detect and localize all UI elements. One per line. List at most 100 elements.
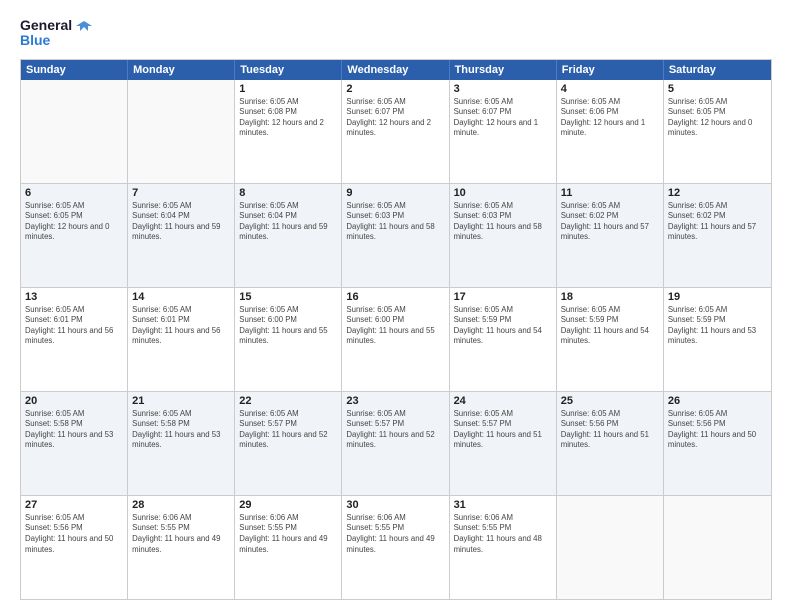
calendar-cell-day-4: 4 Sunrise: 6:05 AM Sunset: 6:06 PM Daylig… — [557, 80, 664, 183]
day-number: 29 — [239, 499, 337, 511]
calendar: SundayMondayTuesdayWednesdayThursdayFrid… — [20, 59, 772, 600]
day-header-thursday: Thursday — [450, 60, 557, 80]
calendar-cell-day-24: 24 Sunrise: 6:05 AM Sunset: 5:57 PM Dayli… — [450, 392, 557, 495]
cell-sun-info: Sunrise: 6:05 AM Sunset: 6:05 PM Dayligh… — [668, 97, 767, 139]
day-number: 21 — [132, 395, 230, 407]
day-number: 10 — [454, 187, 552, 199]
calendar-body: 1 Sunrise: 6:05 AM Sunset: 6:08 PM Daylig… — [21, 80, 771, 599]
cell-sun-info: Sunrise: 6:05 AM Sunset: 6:07 PM Dayligh… — [454, 97, 552, 139]
day-number: 24 — [454, 395, 552, 407]
day-number: 13 — [25, 291, 123, 303]
calendar-cell-day-3: 3 Sunrise: 6:05 AM Sunset: 6:07 PM Daylig… — [450, 80, 557, 183]
cell-sun-info: Sunrise: 6:05 AM Sunset: 5:59 PM Dayligh… — [454, 305, 552, 347]
cell-sun-info: Sunrise: 6:05 AM Sunset: 6:01 PM Dayligh… — [25, 305, 123, 347]
cell-sun-info: Sunrise: 6:06 AM Sunset: 5:55 PM Dayligh… — [132, 513, 230, 555]
cell-sun-info: Sunrise: 6:05 AM Sunset: 6:04 PM Dayligh… — [239, 201, 337, 243]
calendar-cell-day-12: 12 Sunrise: 6:05 AM Sunset: 6:02 PM Dayli… — [664, 184, 771, 287]
calendar-cell-day-2: 2Sunrise: 6:05 AM Sunset: 6:07 PM Daylig… — [342, 80, 449, 183]
cell-sun-info: Sunrise: 6:05 AM Sunset: 6:00 PM Dayligh… — [239, 305, 337, 347]
day-number: 17 — [454, 291, 552, 303]
cell-sun-info: Sunrise: 6:05 AM Sunset: 6:03 PM Dayligh… — [346, 201, 444, 243]
logo-bird-icon — [74, 19, 94, 33]
day-number: 8 — [239, 187, 337, 199]
calendar-cell-day-22: 22 Sunrise: 6:05 AM Sunset: 5:57 PM Dayli… — [235, 392, 342, 495]
calendar-cell-day-20: 20Sunrise: 6:05 AM Sunset: 5:58 PM Dayli… — [21, 392, 128, 495]
calendar-cell-day-31: 31 Sunrise: 6:06 AM Sunset: 5:55 PM Dayli… — [450, 496, 557, 599]
cell-sun-info: Sunrise: 6:05 AM Sunset: 5:58 PM Dayligh… — [132, 409, 230, 451]
day-number: 6 — [25, 187, 123, 199]
cell-sun-info: Sunrise: 6:05 AM Sunset: 6:08 PM Dayligh… — [239, 97, 337, 139]
calendar-cell-day-30: 30Sunrise: 6:06 AM Sunset: 5:55 PM Dayli… — [342, 496, 449, 599]
day-header-sunday: Sunday — [21, 60, 128, 80]
day-number: 14 — [132, 291, 230, 303]
calendar-cell-day-10: 10 Sunrise: 6:05 AM Sunset: 6:03 PM Dayli… — [450, 184, 557, 287]
cell-sun-info: Sunrise: 6:05 AM Sunset: 5:57 PM Dayligh… — [346, 409, 444, 451]
day-number: 3 — [454, 83, 552, 95]
calendar-cell-day-18: 18 Sunrise: 6:05 AM Sunset: 5:59 PM Dayli… — [557, 288, 664, 391]
calendar-cell-day-15: 15Sunrise: 6:05 AM Sunset: 6:00 PM Dayli… — [235, 288, 342, 391]
cell-sun-info: Sunrise: 6:05 AM Sunset: 6:04 PM Dayligh… — [132, 201, 230, 243]
day-number: 23 — [346, 395, 444, 407]
day-number: 12 — [668, 187, 767, 199]
calendar-header: SundayMondayTuesdayWednesdayThursdayFrid… — [21, 60, 771, 80]
page-header: General Blue — [20, 18, 772, 49]
calendar-week-5: 27 Sunrise: 6:05 AM Sunset: 5:56 PM Dayli… — [21, 496, 771, 599]
cell-sun-info: Sunrise: 6:05 AM Sunset: 5:56 PM Dayligh… — [25, 513, 123, 555]
day-number: 11 — [561, 187, 659, 199]
calendar-cell-empty — [21, 80, 128, 183]
day-header-monday: Monday — [128, 60, 235, 80]
cell-sun-info: Sunrise: 6:06 AM Sunset: 5:55 PM Dayligh… — [454, 513, 552, 555]
logo: General Blue — [20, 18, 94, 49]
calendar-cell-day-26: 26Sunrise: 6:05 AM Sunset: 5:56 PM Dayli… — [664, 392, 771, 495]
calendar-cell-day-16: 16 Sunrise: 6:05 AM Sunset: 6:00 PM Dayli… — [342, 288, 449, 391]
calendar-cell-day-5: 5 Sunrise: 6:05 AM Sunset: 6:05 PM Daylig… — [664, 80, 771, 183]
cell-sun-info: Sunrise: 6:05 AM Sunset: 6:01 PM Dayligh… — [132, 305, 230, 347]
calendar-cell-day-19: 19Sunrise: 6:05 AM Sunset: 5:59 PM Dayli… — [664, 288, 771, 391]
day-number: 4 — [561, 83, 659, 95]
calendar-cell-empty — [128, 80, 235, 183]
day-header-saturday: Saturday — [664, 60, 771, 80]
cell-sun-info: Sunrise: 6:05 AM Sunset: 6:02 PM Dayligh… — [668, 201, 767, 243]
calendar-cell-day-13: 13 Sunrise: 6:05 AM Sunset: 6:01 PM Dayli… — [21, 288, 128, 391]
calendar-cell-day-21: 21 Sunrise: 6:05 AM Sunset: 5:58 PM Dayli… — [128, 392, 235, 495]
day-number: 2 — [346, 83, 444, 95]
calendar-week-1: 1 Sunrise: 6:05 AM Sunset: 6:08 PM Daylig… — [21, 80, 771, 184]
calendar-cell-day-11: 11 Sunrise: 6:05 AM Sunset: 6:02 PM Dayli… — [557, 184, 664, 287]
calendar-cell-day-6: 6 Sunrise: 6:05 AM Sunset: 6:05 PM Daylig… — [21, 184, 128, 287]
calendar-cell-day-23: 23 Sunrise: 6:05 AM Sunset: 5:57 PM Dayli… — [342, 392, 449, 495]
day-number: 20 — [25, 395, 123, 407]
day-number: 7 — [132, 187, 230, 199]
cell-sun-info: Sunrise: 6:05 AM Sunset: 6:02 PM Dayligh… — [561, 201, 659, 243]
calendar-cell-day-9: 9 Sunrise: 6:05 AM Sunset: 6:03 PM Daylig… — [342, 184, 449, 287]
day-number: 9 — [346, 187, 444, 199]
calendar-cell-day-27: 27 Sunrise: 6:05 AM Sunset: 5:56 PM Dayli… — [21, 496, 128, 599]
day-number: 25 — [561, 395, 659, 407]
calendar-cell-day-14: 14 Sunrise: 6:05 AM Sunset: 6:01 PM Dayli… — [128, 288, 235, 391]
cell-sun-info: Sunrise: 6:05 AM Sunset: 5:59 PM Dayligh… — [561, 305, 659, 347]
day-number: 18 — [561, 291, 659, 303]
cell-sun-info: Sunrise: 6:05 AM Sunset: 6:00 PM Dayligh… — [346, 305, 444, 347]
day-number: 16 — [346, 291, 444, 303]
cell-sun-info: Sunrise: 6:05 AM Sunset: 6:03 PM Dayligh… — [454, 201, 552, 243]
day-number: 27 — [25, 499, 123, 511]
calendar-cell-day-7: 7 Sunrise: 6:05 AM Sunset: 6:04 PM Daylig… — [128, 184, 235, 287]
cell-sun-info: Sunrise: 6:05 AM Sunset: 6:06 PM Dayligh… — [561, 97, 659, 139]
calendar-cell-day-17: 17 Sunrise: 6:05 AM Sunset: 5:59 PM Dayli… — [450, 288, 557, 391]
cell-sun-info: Sunrise: 6:06 AM Sunset: 5:55 PM Dayligh… — [239, 513, 337, 555]
day-number: 22 — [239, 395, 337, 407]
day-header-friday: Friday — [557, 60, 664, 80]
calendar-week-3: 13 Sunrise: 6:05 AM Sunset: 6:01 PM Dayli… — [21, 288, 771, 392]
day-number: 31 — [454, 499, 552, 511]
cell-sun-info: Sunrise: 6:05 AM Sunset: 5:57 PM Dayligh… — [239, 409, 337, 451]
calendar-cell-day-1: 1 Sunrise: 6:05 AM Sunset: 6:08 PM Daylig… — [235, 80, 342, 183]
day-number: 1 — [239, 83, 337, 95]
calendar-week-4: 20 Sunrise: 6:05 AM Sunset: 5:58 PM Dayli… — [21, 392, 771, 496]
day-number: 30 — [346, 499, 444, 511]
cell-sun-info: Sunrise: 6:05 AM Sunset: 6:05 PM Dayligh… — [25, 201, 123, 243]
cell-sun-info: Sunrise: 6:05 AM Sunset: 5:57 PM Dayligh… — [454, 409, 552, 451]
general-text: General — [20, 18, 72, 33]
calendar-cell-empty — [557, 496, 664, 599]
calendar-cell-empty — [664, 496, 771, 599]
calendar-week-2: 6 Sunrise: 6:05 AM Sunset: 6:05 PM Daylig… — [21, 184, 771, 288]
day-number: 5 — [668, 83, 767, 95]
